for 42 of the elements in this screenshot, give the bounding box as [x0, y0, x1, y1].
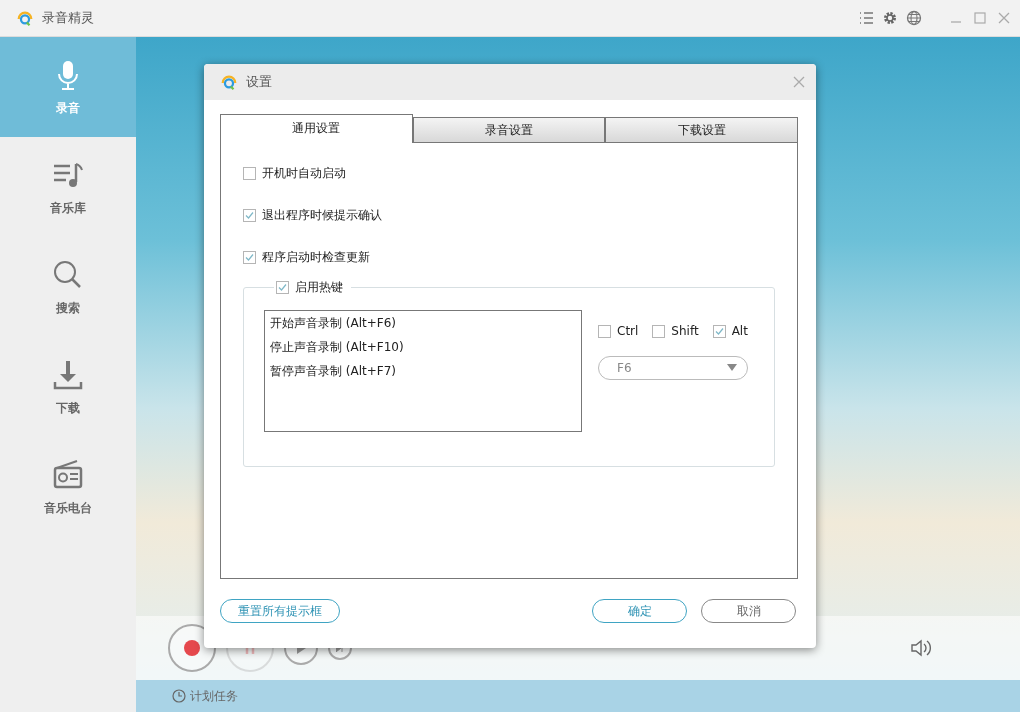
checkbox[interactable] — [652, 324, 666, 338]
checkbox[interactable] — [243, 167, 256, 180]
option-label: Shift — [671, 324, 699, 338]
checkbox[interactable] — [243, 209, 256, 222]
logo-icon — [16, 9, 34, 27]
clock-icon — [172, 689, 186, 703]
settings-icon[interactable] — [882, 10, 898, 26]
app-title: 录音精灵 — [42, 9, 95, 27]
option-label: 退出程序时候提示确认 — [262, 207, 382, 224]
sidebar-item[interactable]: 音乐库 — [0, 137, 136, 237]
caret-icon — [727, 364, 737, 372]
checkbox[interactable] — [598, 324, 611, 338]
list-item[interactable]: 开始声音录制 (Alt+F6) — [270, 315, 576, 332]
close-icon[interactable] — [996, 10, 1012, 26]
cancel-button[interactable]: 取消 — [701, 599, 796, 623]
sidebar-item[interactable]: 搜索 — [0, 237, 136, 337]
list-icon[interactable] — [858, 10, 874, 26]
option-label: Ctrl — [617, 324, 639, 338]
logo-icon — [220, 73, 238, 91]
list-item[interactable]: 暂停声音录制 (Alt+F7) — [270, 363, 576, 380]
sidebar-item[interactable]: 音乐电台 — [0, 437, 136, 537]
tab[interactable]: 下载设置 — [605, 117, 798, 143]
reset-button[interactable]: 重置所有提示框 — [220, 599, 340, 623]
option-label: Alt — [731, 324, 748, 338]
tab[interactable]: 录音设置 — [412, 117, 606, 143]
option-label: 开机时自动启动 — [262, 165, 346, 182]
maximize-icon[interactable] — [972, 10, 988, 26]
schedule-link[interactable]: 计划任务 — [190, 687, 238, 705]
globe-icon[interactable] — [906, 10, 922, 26]
list-item[interactable]: 停止声音录制 (Alt+F10) — [270, 339, 576, 356]
checkbox[interactable] — [276, 281, 289, 294]
option-label: 程序启动时检查更新 — [262, 249, 370, 266]
checkbox[interactable] — [243, 251, 256, 264]
dialog-title: 设置 — [246, 73, 273, 91]
ok-button[interactable]: 确定 — [592, 599, 687, 623]
volume-icon[interactable] — [910, 638, 932, 658]
checkbox[interactable] — [712, 324, 726, 338]
tab[interactable]: 通用设置 — [220, 114, 413, 143]
option-label: 启用热键 — [295, 279, 343, 296]
sidebar-item[interactable]: 下载 — [0, 337, 136, 437]
close-icon[interactable] — [792, 75, 806, 89]
record-icon — [184, 640, 200, 656]
